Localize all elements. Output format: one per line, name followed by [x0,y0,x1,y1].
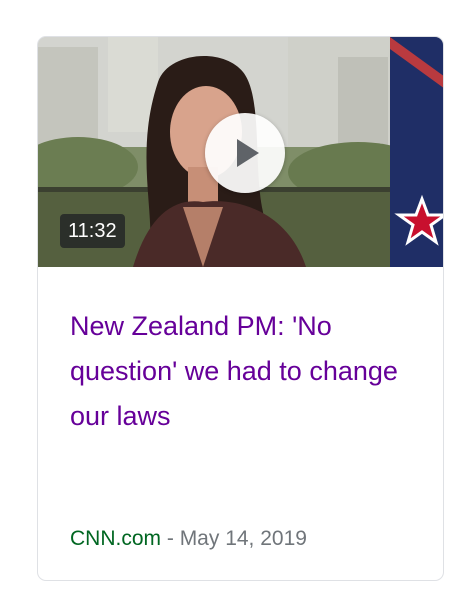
video-thumbnail[interactable]: 11:32 [38,37,443,267]
meta-separator: - [161,527,180,550]
video-meta: CNN.com - May 14, 2019 [70,525,307,553]
duration-badge: 11:32 [60,214,125,248]
video-title-link[interactable]: New Zealand PM: 'No question' we had to … [70,304,420,439]
publish-date: May 14, 2019 [179,527,307,550]
play-button[interactable] [205,113,285,193]
play-icon [237,139,259,167]
source-label: CNN.com [70,527,162,550]
video-result-card[interactable]: 11:32 New Zealand PM: 'No question' we h… [37,36,444,581]
